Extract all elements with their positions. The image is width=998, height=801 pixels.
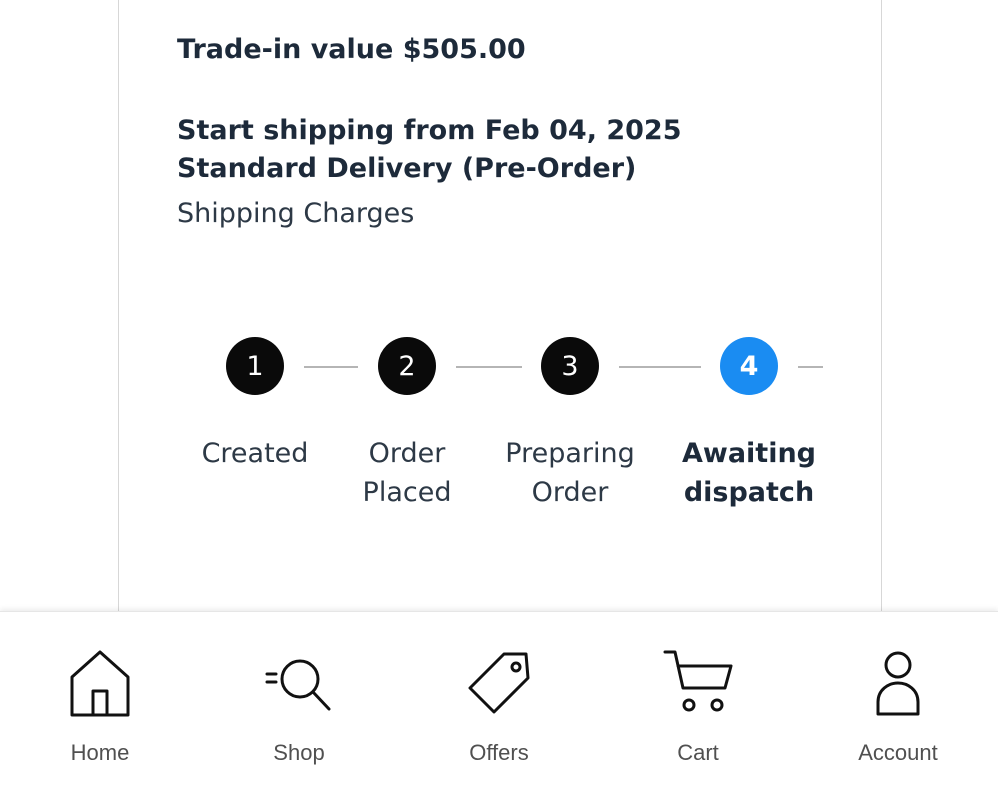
nav-account[interactable]: Account xyxy=(798,612,998,801)
step-4-circle: 4 xyxy=(720,337,778,395)
nav-shop[interactable]: Shop xyxy=(199,612,399,801)
step-3-label: Preparing Order xyxy=(505,438,635,508)
step-2-label: Order Placed xyxy=(362,438,452,508)
step-4-label: Awaiting dispatch xyxy=(681,438,817,508)
tag-icon xyxy=(464,648,534,718)
nav-offers-label: Offers xyxy=(469,740,529,765)
step-3-circle: 3 xyxy=(541,337,599,395)
nav-cart[interactable]: Cart xyxy=(598,612,798,801)
step-1-circle: 1 xyxy=(226,337,284,395)
bottom-navigation: Home Shop Offers Cart Account xyxy=(0,611,998,801)
step-1-label: Created xyxy=(201,438,309,469)
nav-home-label: Home xyxy=(70,740,130,765)
step-connector xyxy=(798,366,823,368)
step-connector xyxy=(619,366,701,368)
search-icon xyxy=(264,648,334,718)
home-icon xyxy=(65,648,135,718)
step-connector xyxy=(456,366,522,368)
step-2-circle: 2 xyxy=(378,337,436,395)
nav-account-label: Account xyxy=(858,740,938,765)
cart-icon xyxy=(663,648,733,718)
nav-home[interactable]: Home xyxy=(0,612,200,801)
nav-cart-label: Cart xyxy=(677,740,719,765)
nav-shop-label: Shop xyxy=(273,740,325,765)
nav-offers[interactable]: Offers xyxy=(399,612,599,801)
order-progress-stepper: 1 2 3 4 Created Order Placed Preparing O… xyxy=(0,0,998,560)
step-connector xyxy=(304,366,358,368)
person-icon xyxy=(863,648,933,718)
